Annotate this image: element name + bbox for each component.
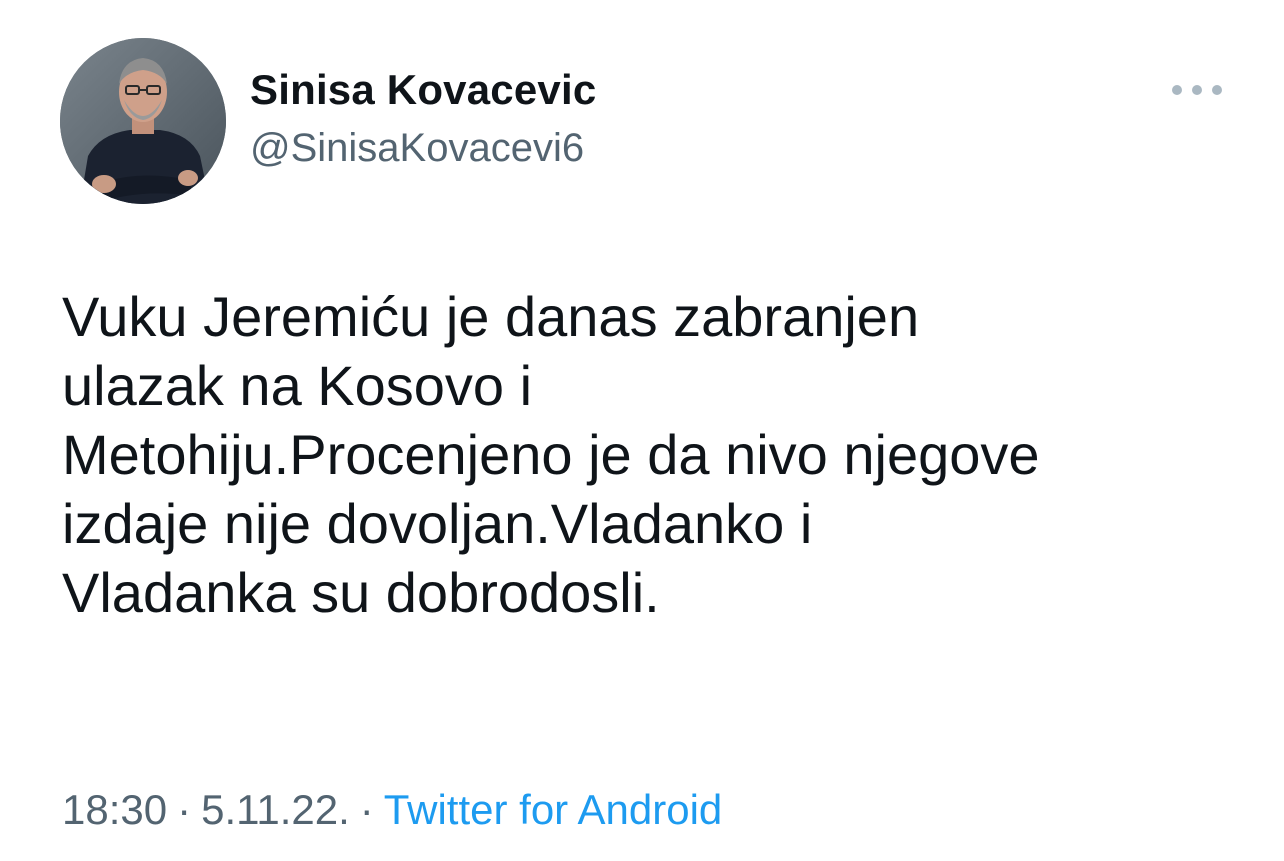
avatar-photo (60, 38, 226, 204)
tweet-meta: 18:30 · 5.11.22. · Twitter for Android (62, 786, 722, 834)
tweet-date[interactable]: 5.11.22. (201, 786, 350, 833)
more-options-icon[interactable] (1172, 78, 1222, 102)
avatar[interactable] (60, 38, 226, 204)
author-handle[interactable]: @SinisaKovacevi6 (250, 126, 584, 171)
dot-icon (1192, 85, 1202, 95)
dot-icon (1212, 85, 1222, 95)
tweet-text: Vuku Jeremiću je danas zabranjen ulazak … (62, 285, 1040, 624)
meta-separator: · (359, 786, 374, 833)
tweet-card: Sinisa Kovacevic @SinisaKovacevi6 Vuku J… (0, 0, 1284, 861)
dot-icon (1172, 85, 1182, 95)
tweet-source-link[interactable]: Twitter for Android (384, 786, 722, 833)
tweet-time[interactable]: 18:30 (62, 786, 167, 833)
meta-separator: · (177, 786, 192, 833)
author-name[interactable]: Sinisa Kovacevic (250, 66, 596, 114)
